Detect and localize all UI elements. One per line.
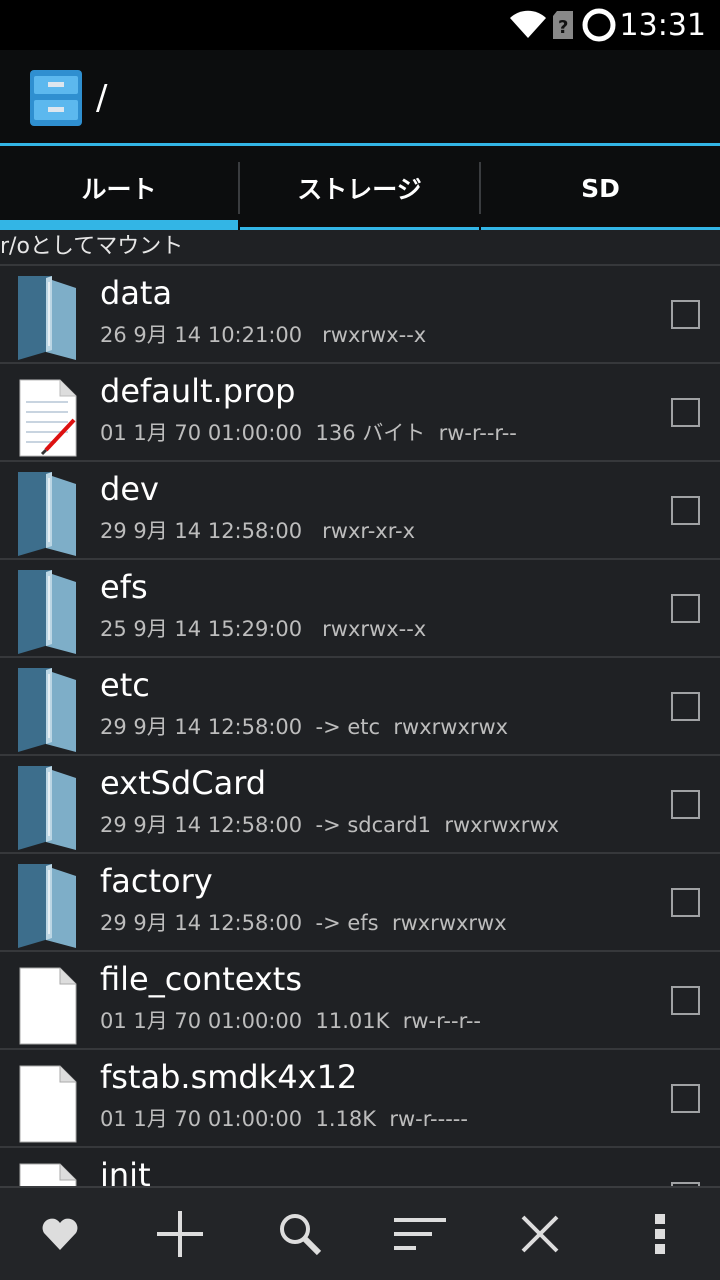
file-name: efs (100, 568, 148, 606)
mount-mode-label[interactable]: r/oとしてマウント (0, 230, 720, 264)
tab-bar: ルート ストレージ SD (0, 146, 720, 230)
favorites-button[interactable] (0, 1188, 120, 1280)
overflow-menu-icon (655, 1214, 665, 1254)
file-meta: 25 9月 14 15:29:00 rwxrwx--x (100, 617, 427, 641)
search-icon (280, 1214, 322, 1256)
clock: 13:31 (619, 8, 706, 43)
tab-sd-label: SD (581, 173, 620, 203)
folder-icon (16, 566, 78, 660)
list-item[interactable]: init (0, 1146, 720, 1186)
tab-root-label: ルート (81, 175, 157, 204)
file-cabinet-icon[interactable] (28, 68, 84, 128)
close-button[interactable] (480, 1188, 600, 1280)
select-checkbox[interactable] (671, 398, 700, 427)
file-name: etc (100, 666, 150, 704)
sort-icon (394, 1218, 446, 1250)
file-list: data 26 9月 14 10:21:00 rwxrwx--x default… (0, 264, 720, 1186)
list-item[interactable]: default.prop 01 1月 70 01:00:00 136 バイト r… (0, 362, 720, 460)
tab-storage[interactable]: ストレージ (240, 146, 479, 230)
file-name: file_contexts (100, 960, 303, 998)
file-name: dev (100, 470, 159, 508)
tab-sd[interactable]: SD (481, 146, 720, 230)
list-item[interactable]: etc 29 9月 14 12:58:00 -> etc rwxrwxrwx (0, 656, 720, 754)
list-item[interactable]: extSdCard 29 9月 14 12:58:00 -> sdcard1 r… (0, 754, 720, 852)
select-checkbox[interactable] (671, 692, 700, 721)
add-icon (157, 1211, 203, 1257)
file-meta: 26 9月 14 10:21:00 rwxrwx--x (100, 323, 427, 347)
sort-button[interactable] (360, 1188, 480, 1280)
sync-icon (582, 8, 616, 42)
list-item[interactable]: fstab.smdk4x12 01 1月 70 01:00:00 1.18K r… (0, 1048, 720, 1146)
select-checkbox[interactable] (671, 986, 700, 1015)
wifi-icon (510, 10, 546, 38)
tab-root[interactable]: ルート (0, 146, 238, 230)
file-name: extSdCard (100, 764, 267, 802)
file-meta: 01 1月 70 01:00:00 11.01K rw-r--r-- (100, 1009, 482, 1033)
status-bar: ? 13:31 (0, 0, 720, 50)
svg-text:?: ? (558, 17, 568, 38)
select-checkbox[interactable] (671, 496, 700, 525)
action-bar: / (0, 50, 720, 143)
close-icon (521, 1215, 559, 1253)
file-icon (16, 1154, 78, 1186)
file-meta: 29 9月 14 12:58:00 -> efs rwxrwxrwx (100, 911, 507, 935)
list-item[interactable]: factory 29 9月 14 12:58:00 -> efs rwxrwxr… (0, 852, 720, 950)
folder-icon (16, 860, 78, 954)
file-name: factory (100, 862, 213, 900)
search-button[interactable] (240, 1188, 360, 1280)
current-path-title: / (96, 78, 108, 118)
file-name: data (100, 274, 173, 312)
file-name: default.prop (100, 372, 296, 410)
file-meta: 29 9月 14 12:58:00 -> etc rwxrwxrwx (100, 715, 509, 739)
file-name: init (100, 1156, 151, 1186)
select-checkbox[interactable] (671, 300, 700, 329)
favorites-heart-icon (42, 1218, 78, 1250)
select-checkbox[interactable] (671, 594, 700, 623)
file-meta: 29 9月 14 12:58:00 rwxr-xr-x (100, 519, 415, 543)
sim-unknown-icon: ? (553, 11, 573, 39)
file-meta: 01 1月 70 01:00:00 136 バイト rw-r--r-- (100, 421, 517, 445)
select-checkbox[interactable] (671, 790, 700, 819)
folder-icon (16, 762, 78, 856)
file-name: fstab.smdk4x12 (100, 1058, 358, 1096)
list-item[interactable]: dev 29 9月 14 12:58:00 rwxr-xr-x (0, 460, 720, 558)
list-item[interactable]: file_contexts 01 1月 70 01:00:00 11.01K r… (0, 950, 720, 1048)
list-item[interactable]: efs 25 9月 14 15:29:00 rwxrwx--x (0, 558, 720, 656)
select-checkbox[interactable] (671, 1084, 700, 1113)
file-icon (16, 1056, 78, 1150)
overflow-menu-button[interactable] (600, 1188, 720, 1280)
folder-icon (16, 664, 78, 758)
tab-root-indicator (0, 220, 238, 230)
bottom-toolbar (0, 1186, 720, 1280)
text-file-icon (16, 370, 78, 464)
file-meta: 01 1月 70 01:00:00 1.18K rw-r----- (100, 1107, 468, 1131)
list-item[interactable]: data 26 9月 14 10:21:00 rwxrwx--x (0, 264, 720, 362)
tab-storage-label: ストレージ (297, 175, 422, 204)
folder-icon (16, 468, 78, 562)
select-checkbox[interactable] (671, 888, 700, 917)
file-icon (16, 958, 78, 1052)
add-button[interactable] (120, 1188, 240, 1280)
folder-icon (16, 272, 78, 366)
file-meta: 29 9月 14 12:58:00 -> sdcard1 rwxrwxrwx (100, 813, 560, 837)
